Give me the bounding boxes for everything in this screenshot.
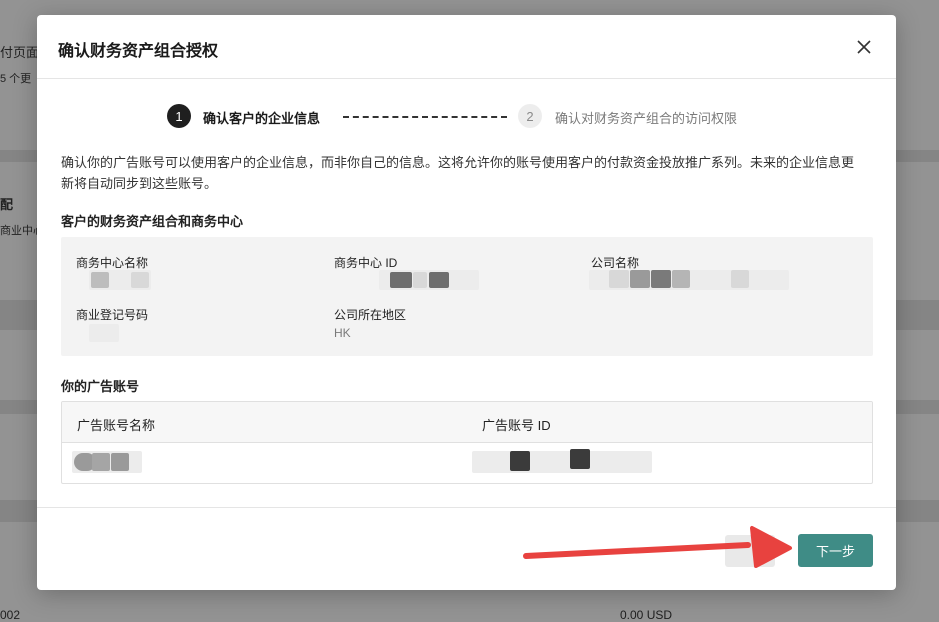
ad-accounts-title: 你的广告账号 xyxy=(61,379,140,394)
redacted-value xyxy=(390,272,412,288)
step-2-label: 确认对财务资产组合的访问权限 xyxy=(555,111,738,126)
redacted-value xyxy=(570,449,590,469)
ad-accounts-table: 广告账号名称 广告账号 ID xyxy=(61,401,873,484)
step-2-indicator: 2 xyxy=(518,104,542,128)
business-info-box: 商务中心名称 商务中心 ID 公司名称 商业登记号码 公司所在地区 HK xyxy=(61,237,873,356)
close-icon xyxy=(857,40,871,54)
close-button[interactable] xyxy=(852,35,876,59)
bg-text-fragment: 配 xyxy=(0,197,14,212)
region-label: 公司所在地区 xyxy=(334,308,407,322)
redacted-value xyxy=(630,270,650,288)
redacted-value xyxy=(510,451,530,471)
back-button[interactable] xyxy=(725,535,775,567)
modal-footer: 下一步 xyxy=(37,507,896,591)
table-row xyxy=(62,443,872,483)
bg-text-fragment: 002 xyxy=(0,608,21,622)
step-1-indicator: 1 xyxy=(167,104,191,128)
bg-text-fragment: 5 个更 xyxy=(0,73,32,85)
redacted-value xyxy=(111,453,129,471)
redacted-value xyxy=(89,324,119,342)
authorization-modal: 确认财务资产组合授权 1 确认客户的企业信息 2 确认对财务资产组合的访问权限 … xyxy=(37,15,896,590)
step-connector xyxy=(343,116,507,118)
redacted-value xyxy=(672,270,690,288)
bg-text-fragment: 0.00 USD xyxy=(620,608,673,622)
bc-name-label: 商务中心名称 xyxy=(76,256,149,270)
reg-number-label: 商业登记号码 xyxy=(76,308,149,322)
description-text: 确认你的广告账号可以使用客户的企业信息，而非你自己的信息。这将允许你的账号使用客… xyxy=(61,155,855,191)
column-header-account-name: 广告账号名称 xyxy=(77,418,156,433)
bg-text-fragment: 付页面 xyxy=(0,45,40,60)
redacted-value xyxy=(413,272,427,288)
business-section-title: 客户的财务资产组合和商务中心 xyxy=(61,214,244,229)
redacted-value xyxy=(429,272,449,288)
table-header: 广告账号名称 广告账号 ID xyxy=(62,402,872,443)
redacted-value xyxy=(131,272,149,288)
stepper: 1 确认客户的企业信息 2 确认对财务资产组合的访问权限 xyxy=(37,104,896,128)
next-button[interactable]: 下一步 xyxy=(798,534,873,567)
redacted-value xyxy=(91,272,109,288)
redacted-value xyxy=(651,270,671,288)
step-1-label: 确认客户的企业信息 xyxy=(203,111,321,126)
redacted-value xyxy=(609,270,629,288)
company-name-label: 公司名称 xyxy=(591,256,640,270)
redacted-value xyxy=(731,270,749,288)
region-value: HK xyxy=(334,326,351,340)
column-header-account-id: 广告账号 ID xyxy=(482,418,551,433)
bc-id-label: 商务中心 ID xyxy=(334,256,398,270)
redacted-value xyxy=(472,451,652,473)
redacted-value xyxy=(92,453,110,471)
modal-title: 确认财务资产组合授权 xyxy=(58,43,219,60)
modal-header: 确认财务资产组合授权 xyxy=(37,15,896,79)
